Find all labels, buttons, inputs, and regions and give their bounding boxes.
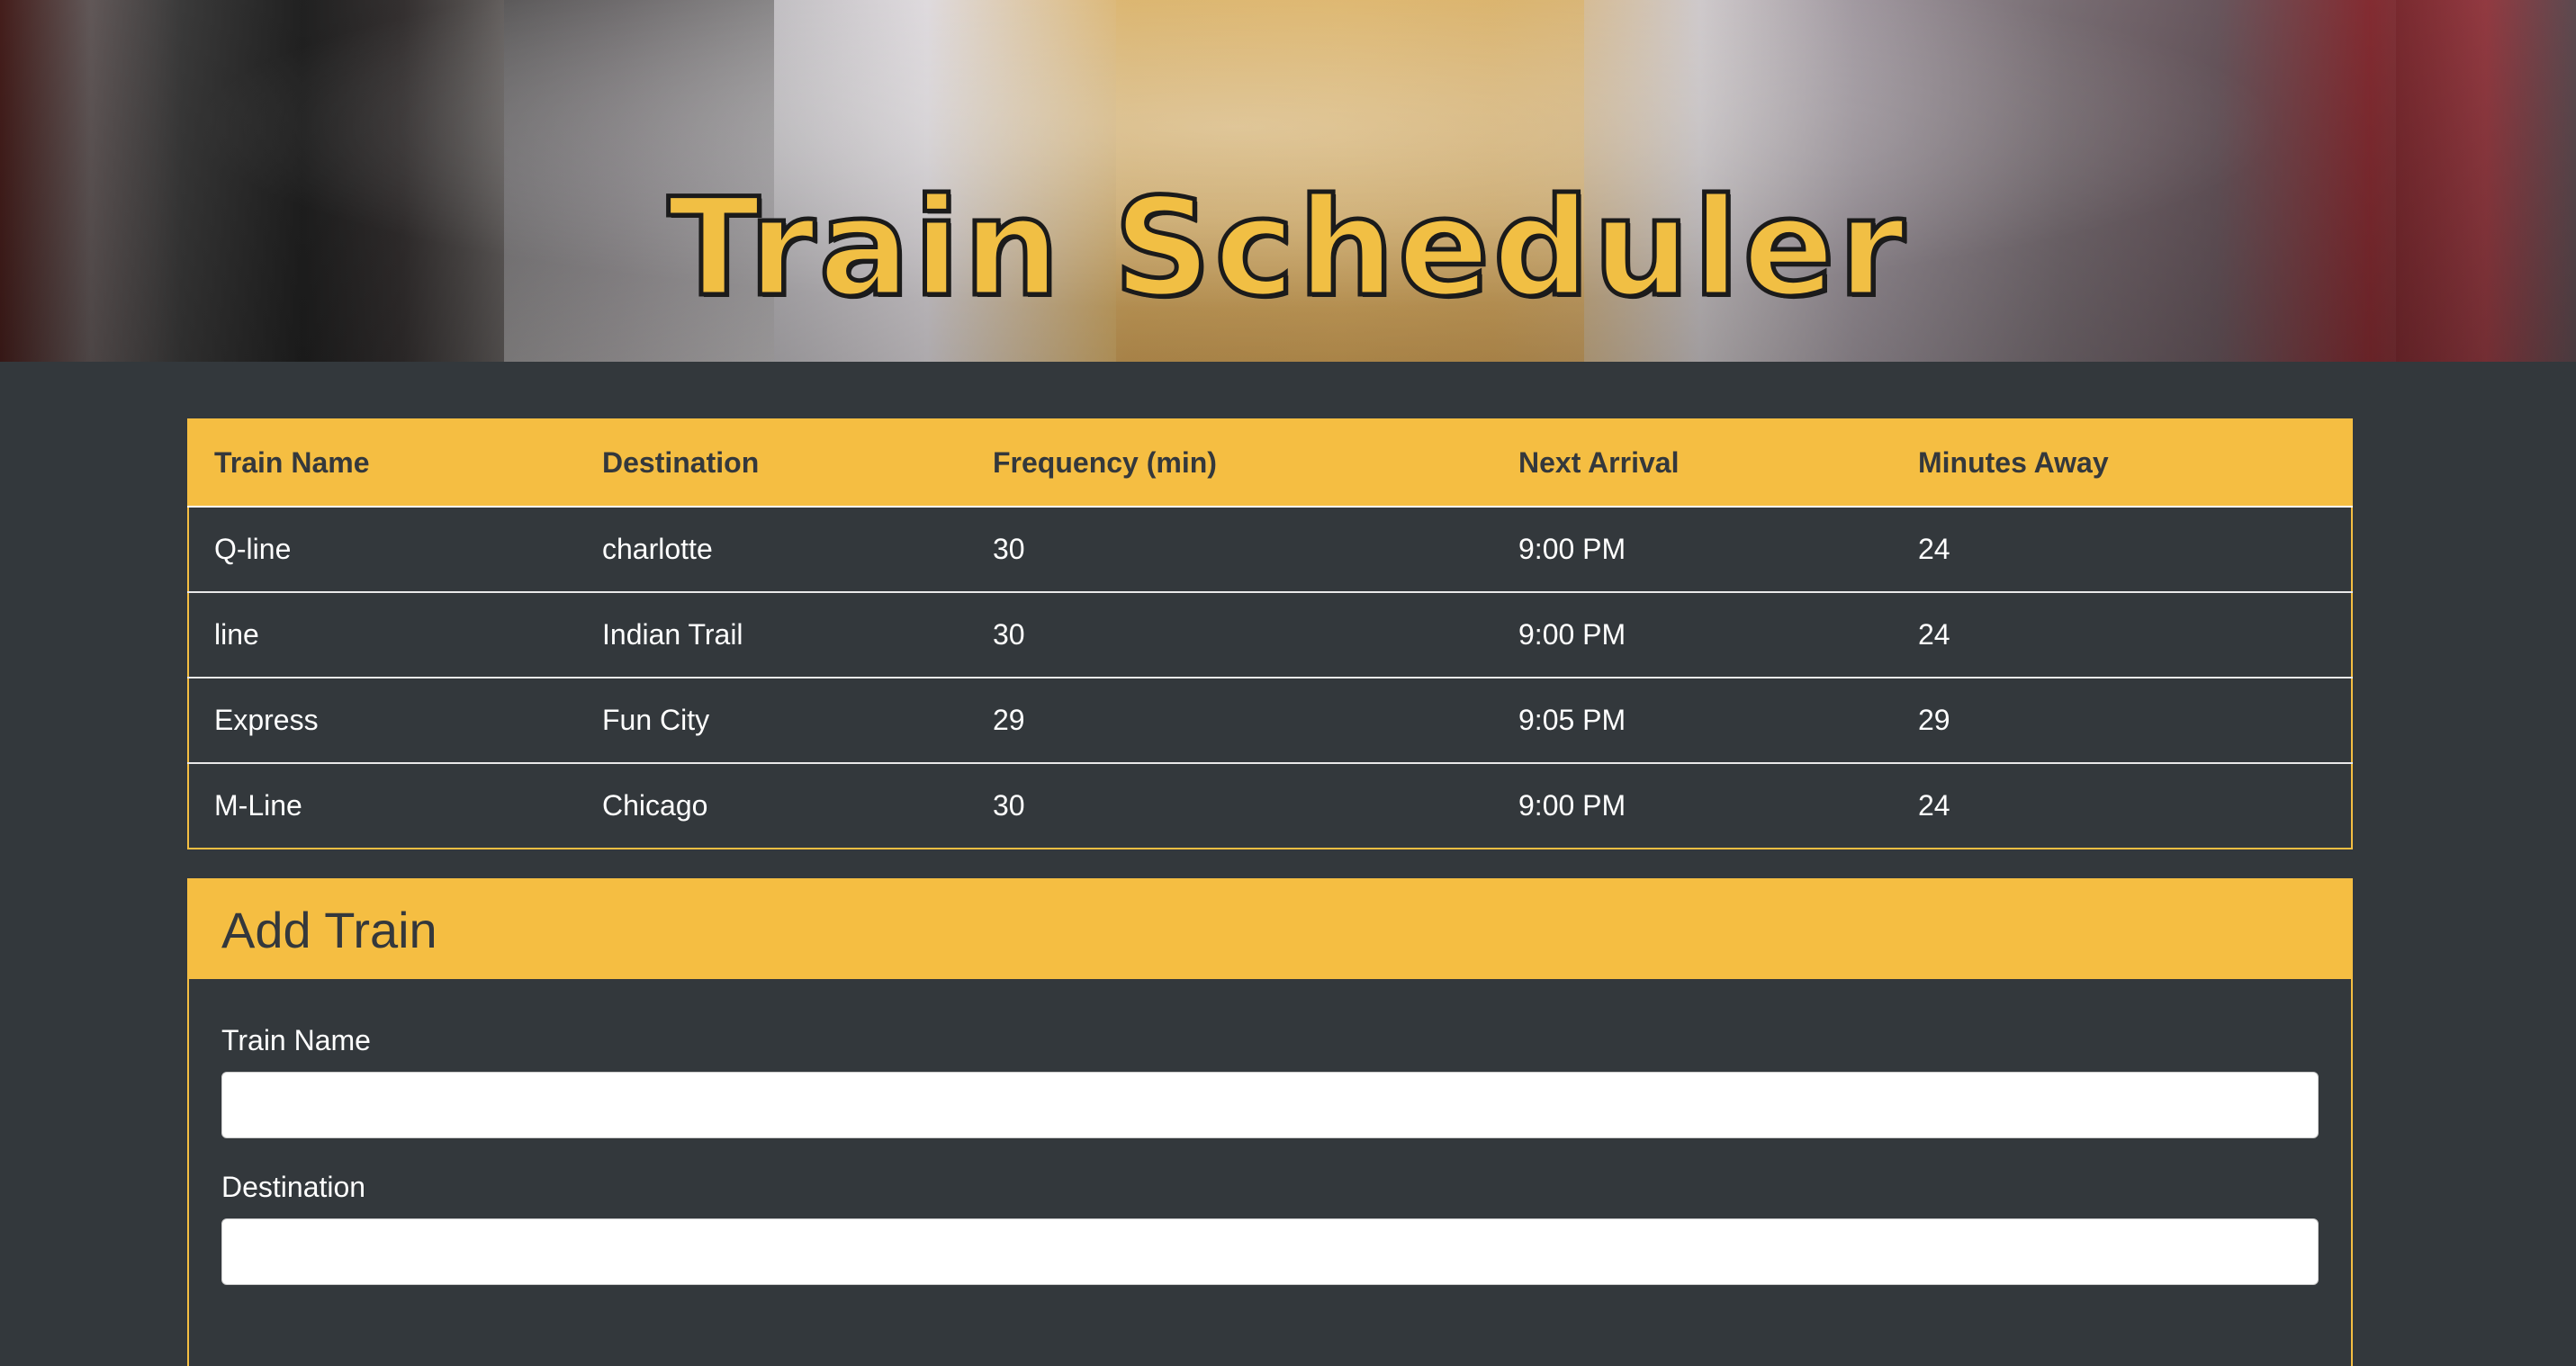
- destination-input[interactable]: [221, 1218, 2319, 1285]
- cell-next-arrival: 9:00 PM: [1518, 533, 1626, 565]
- destination-label: Destination: [221, 1171, 366, 1203]
- table-row: Express Fun City 29 9:05 PM 29: [188, 677, 2352, 763]
- cell-train-name: M-Line: [188, 762, 577, 849]
- column-header-train-name: Train Name: [188, 419, 577, 508]
- train-schedule-table: Train Name Destination Frequency (min) N…: [187, 418, 2353, 849]
- add-train-card: Add Train Train Name Destination: [187, 878, 2353, 1366]
- cell-frequency: 30: [968, 762, 1493, 849]
- column-header-destination: Destination: [577, 419, 968, 508]
- cell-train-name: Express: [188, 677, 577, 763]
- cell-next-arrival: 9:05 PM: [1493, 677, 1893, 763]
- cell-destination: Indian Trail: [577, 591, 968, 678]
- column-header-minutes-away: Minutes Away: [1893, 419, 2352, 508]
- cell-train-name: line: [188, 591, 577, 678]
- table-header-row: Train Name Destination Frequency (min) N…: [188, 419, 2352, 508]
- cell-minutes-away: 29: [1893, 677, 2352, 763]
- header-banner: Train Scheduler: [0, 0, 2576, 362]
- page-title: Train Scheduler: [665, 169, 1909, 327]
- column-header-frequency: Frequency (min): [968, 419, 1493, 508]
- train-name-input[interactable]: [221, 1072, 2319, 1138]
- cell-frequency: 30: [993, 533, 1025, 565]
- cell-frequency: 29: [968, 677, 1493, 763]
- cell-frequency: 30: [968, 591, 1493, 678]
- cell-train-name: Q-line: [214, 533, 292, 565]
- train-name-label: Train Name: [221, 1024, 371, 1056]
- table-row: M-Line Chicago 30 9:00 PM 24: [188, 762, 2352, 849]
- cell-minutes-away: 24: [1893, 762, 2352, 849]
- cell-next-arrival: 9:00 PM: [1493, 762, 1893, 849]
- cell-destination: Chicago: [577, 762, 968, 849]
- add-train-heading: Add Train: [189, 880, 2351, 979]
- table-row: Q-line charlotte 30 9:00 PM 24: [188, 507, 2352, 592]
- add-train-form: Train Name Destination: [189, 979, 2351, 1285]
- cell-destination: Fun City: [577, 677, 968, 763]
- cell-destination: charlotte: [602, 533, 713, 565]
- column-header-next-arrival: Next Arrival: [1493, 419, 1893, 508]
- cell-minutes-away: 24: [1893, 591, 2352, 678]
- table-row: line Indian Trail 30 9:00 PM 24: [188, 591, 2352, 678]
- cell-minutes-away: 24: [1918, 533, 1950, 565]
- cell-next-arrival: 9:00 PM: [1493, 591, 1893, 678]
- main-content: Train Name Destination Frequency (min) N…: [187, 418, 2353, 1366]
